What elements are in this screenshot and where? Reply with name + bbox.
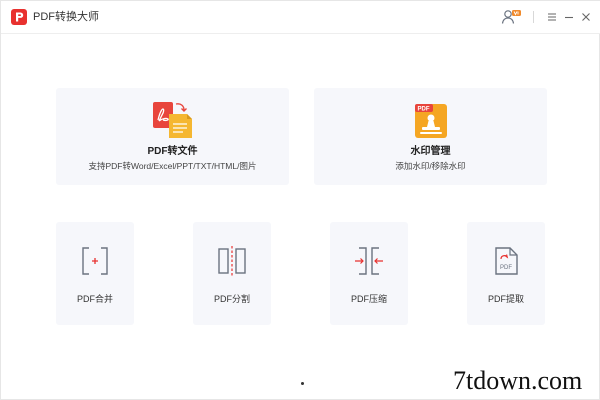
svg-text:PDF: PDF	[418, 107, 430, 113]
tool-extract-card[interactable]: PDF PDF提取	[467, 222, 545, 325]
tool-split-card[interactable]: PDF分割	[193, 222, 271, 325]
page-indicator-dot	[301, 382, 304, 385]
tool-merge-card[interactable]: PDF合并	[56, 222, 134, 325]
watermark-title: 水印管理	[410, 146, 451, 157]
app-window: PDF转换大师 PDF转文件 支持PDF转Word/Excel/PPT/TXT/…	[0, 0, 600, 400]
tool-compress-label: PDF压缩	[350, 294, 387, 304]
split-icon	[217, 246, 247, 276]
app-title: PDF转换大师	[33, 11, 99, 23]
compress-icon	[354, 246, 384, 276]
minimize-icon[interactable]	[562, 10, 576, 24]
pdf-to-file-subtitle: 支持PDF转Word/Excel/PPT/TXT/HTML/图片	[88, 161, 257, 171]
svg-text:PDF: PDF	[500, 265, 512, 271]
site-watermark: 7tdown.com	[453, 366, 583, 395]
pdf-to-file-card[interactable]: PDF转文件 支持PDF转Word/Excel/PPT/TXT/HTML/图片	[56, 88, 289, 185]
close-icon[interactable]	[579, 10, 593, 24]
tool-split-label: PDF分割	[213, 294, 250, 304]
titlebar-divider	[533, 11, 534, 23]
user-vip-icon[interactable]	[501, 8, 523, 26]
merge-icon	[80, 246, 110, 276]
pdf-logo-icon	[11, 9, 27, 25]
tool-extract-label: PDF提取	[487, 294, 524, 304]
watermark-card[interactable]: PDF 水印管理 添加水印/移除水印	[314, 88, 547, 185]
title-bar: PDF转换大师	[1, 1, 600, 34]
hamburger-menu-icon[interactable]	[545, 10, 559, 24]
tool-merge-label: PDF合并	[76, 294, 113, 304]
watermark-subtitle: 添加水印/移除水印	[395, 161, 466, 171]
extract-icon: PDF	[491, 246, 521, 276]
pdf-watermark-icon: PDF	[413, 102, 449, 140]
tool-compress-card[interactable]: PDF压缩	[330, 222, 408, 325]
pdf-convert-icon	[151, 100, 195, 140]
pdf-to-file-title: PDF转文件	[147, 146, 198, 157]
